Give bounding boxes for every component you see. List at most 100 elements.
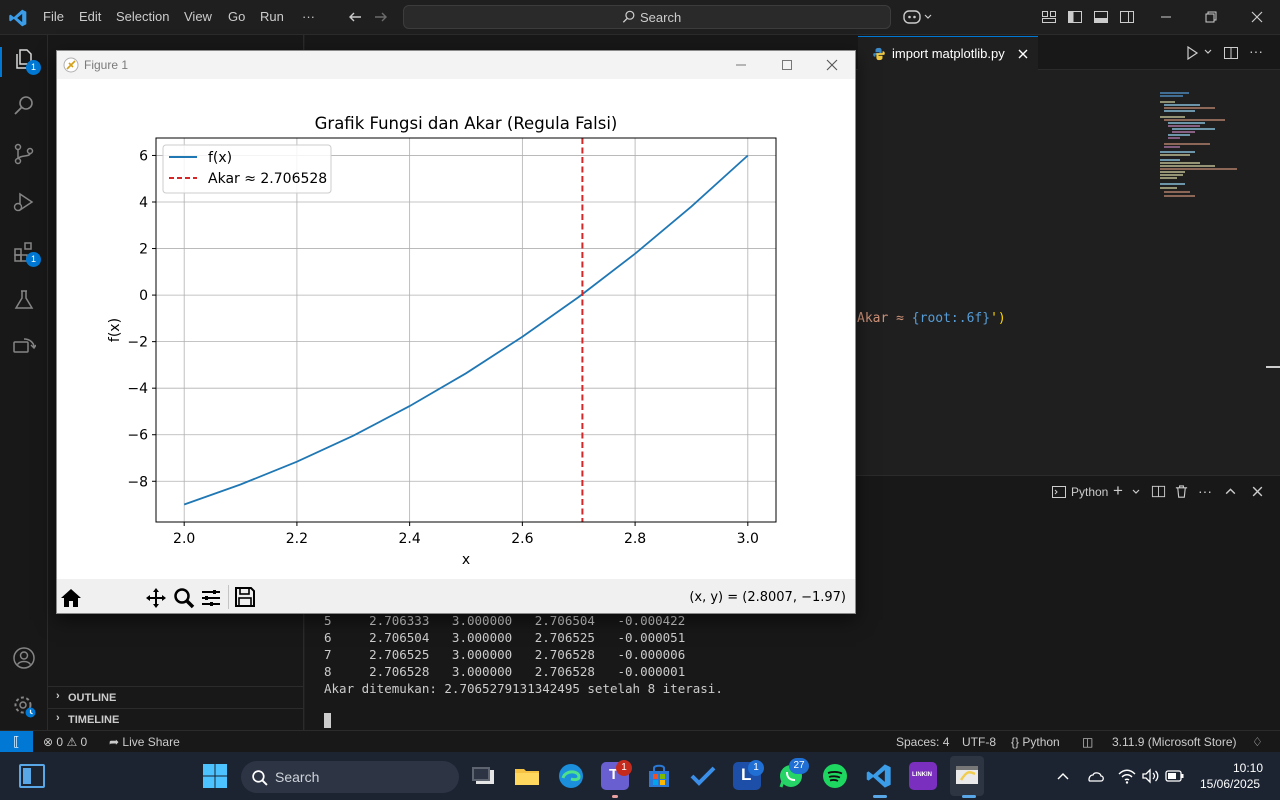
remote-explorer-icon[interactable] xyxy=(12,335,36,359)
microsoft-store-icon[interactable] xyxy=(645,762,673,790)
line-chart[interactable]: 2.0 2.2 2.4 2.6 2.8 3.0 −8 −6 −4 −2 0 2 4 6 Grafik F… xyxy=(57,79,855,579)
x-tick-label: 2.4 xyxy=(399,531,421,547)
y-tick-label: 4 xyxy=(139,195,148,211)
extensions-badge: 1 xyxy=(26,252,41,267)
x-tick-label: 2.6 xyxy=(511,531,533,547)
toggle-secondary-sidebar-icon[interactable] xyxy=(1119,9,1135,25)
menu-edit[interactable]: Edit xyxy=(79,9,101,24)
wifi-icon[interactable] xyxy=(1117,767,1137,785)
todo-checkmark-icon[interactable] xyxy=(689,762,717,790)
timeline-section-header[interactable]: › TIMELINE xyxy=(48,708,303,730)
error-icon: ⊗ xyxy=(43,735,54,749)
encoding-setting[interactable]: UTF-8 xyxy=(962,735,996,749)
toggle-panel-icon[interactable] xyxy=(1093,9,1109,25)
kill-terminal-trash-icon[interactable] xyxy=(1174,484,1189,499)
settings-gear-icon[interactable] xyxy=(12,694,36,718)
file-explorer-icon[interactable] xyxy=(513,762,541,790)
vscode-taskbar-icon[interactable] xyxy=(865,762,893,790)
split-editor-icon[interactable] xyxy=(1223,45,1239,61)
whatsapp-badge: 27 xyxy=(789,758,809,774)
command-center-search[interactable]: Search xyxy=(403,5,891,29)
indentation-setting[interactable]: Spaces: 4 xyxy=(896,735,949,749)
warning-count: 0 xyxy=(80,735,88,749)
pan-move-icon[interactable] xyxy=(145,587,167,609)
figure-title-bar[interactable]: Figure 1 xyxy=(57,51,855,79)
menu-file[interactable]: File xyxy=(43,9,64,24)
chevron-down-icon[interactable] xyxy=(1131,487,1141,497)
new-terminal-icon[interactable]: + xyxy=(1113,481,1123,501)
copilot-icon[interactable] xyxy=(903,8,933,26)
terminal-line: Akar ditemukan: 2.7065279131342495 setel… xyxy=(324,681,723,696)
remote-indicator-icon[interactable]: ⟦ xyxy=(0,731,33,753)
run-debug-icon[interactable] xyxy=(12,190,36,214)
menu-more[interactable]: ··· xyxy=(302,9,315,24)
toggle-sidebar-icon[interactable] xyxy=(1067,9,1083,25)
editor-tab-active[interactable]: import matplotlib.py xyxy=(858,36,1038,71)
menu-selection[interactable]: Selection xyxy=(116,9,169,24)
language-mode[interactable]: {} Python xyxy=(1011,735,1060,749)
zoom-magnifier-icon[interactable] xyxy=(173,587,195,609)
figure-canvas[interactable]: 2.0 2.2 2.4 2.6 2.8 3.0 −8 −6 −4 −2 0 2 4 6 Grafik F… xyxy=(57,79,855,579)
notifications-bell-icon[interactable]: ♢ xyxy=(1252,735,1263,749)
x-axis-label: x xyxy=(462,552,470,568)
configure-subplots-icon[interactable] xyxy=(200,587,222,609)
battery-icon[interactable] xyxy=(1165,768,1185,784)
close-window-icon[interactable] xyxy=(1249,9,1265,25)
home-icon[interactable] xyxy=(60,587,82,609)
menu-go[interactable]: Go xyxy=(228,9,245,24)
axes-frame xyxy=(155,137,777,523)
clock-time[interactable]: 10:10 xyxy=(1233,761,1263,775)
close-tab-icon[interactable] xyxy=(1017,48,1029,60)
braces-icon: {} xyxy=(1011,735,1020,749)
forward-arrow-icon[interactable] xyxy=(373,9,389,25)
live-share-button[interactable]: ➦ Live Share xyxy=(109,735,180,749)
volume-icon[interactable] xyxy=(1141,767,1161,785)
save-figure-icon[interactable] xyxy=(234,586,256,608)
spotify-icon[interactable] xyxy=(821,762,849,790)
python-interpreter[interactable]: 3.11.9 (Microsoft Store) xyxy=(1112,735,1237,749)
terminal-line: 7 2.706525 3.000000 2.706528 -0.000006 xyxy=(324,647,686,662)
run-python-file-icon[interactable] xyxy=(1184,45,1200,61)
back-arrow-icon[interactable] xyxy=(347,9,363,25)
editor-tab-label: import matplotlib.py xyxy=(892,46,1005,61)
show-hidden-icons-chevron-up-icon[interactable] xyxy=(1056,770,1070,782)
testing-flask-icon[interactable] xyxy=(12,288,36,312)
code-format-expr: {root:.6f} xyxy=(911,311,991,326)
menu-run[interactable]: Run xyxy=(260,9,284,24)
split-terminal-icon[interactable] xyxy=(1151,484,1166,499)
edge-browser-icon[interactable] xyxy=(557,762,585,790)
close-window-icon[interactable] xyxy=(826,59,838,71)
restore-icon[interactable] xyxy=(1203,9,1219,25)
more-actions-icon[interactable]: ··· xyxy=(1198,483,1212,499)
terminal-icon xyxy=(1052,486,1066,498)
maximize-icon[interactable] xyxy=(781,59,793,71)
problems-indicator[interactable]: ⊗ 0 ⚠ 0 xyxy=(43,735,87,749)
widgets-icon[interactable] xyxy=(19,764,45,788)
terminal-output[interactable]: 5 2.706333 3.000000 2.706504 -0.000422 6 … xyxy=(324,612,723,697)
minimap[interactable] xyxy=(1155,88,1250,203)
close-panel-icon[interactable] xyxy=(1251,485,1264,498)
customize-layout-icon[interactable] xyxy=(1041,9,1057,25)
terminal-profile-label[interactable]: Python xyxy=(1071,485,1108,499)
chevron-down-icon[interactable] xyxy=(1203,47,1213,57)
menu-view[interactable]: View xyxy=(184,9,212,24)
y-gridlines xyxy=(156,155,776,482)
linkin-app-icon[interactable]: LINKIN xyxy=(909,762,937,790)
windows-start-icon[interactable] xyxy=(201,762,229,790)
minimize-icon[interactable] xyxy=(735,59,747,71)
minimize-icon[interactable] xyxy=(1158,9,1174,25)
more-actions-icon[interactable]: ··· xyxy=(1249,43,1263,59)
python-env-icon[interactable]: ◫ xyxy=(1082,735,1093,749)
account-icon[interactable] xyxy=(12,646,36,670)
onedrive-cloud-icon[interactable] xyxy=(1085,767,1105,785)
maximize-panel-chevron-up-icon[interactable] xyxy=(1224,485,1237,498)
clock-date[interactable]: 15/06/2025 xyxy=(1200,777,1260,791)
taskbar-search-box[interactable]: Search xyxy=(241,761,459,793)
outline-section-header[interactable]: › OUTLINE xyxy=(48,686,303,708)
chart-title: Grafik Fungsi dan Akar (Regula Falsi) xyxy=(315,114,618,133)
l-app-badge: 1 xyxy=(748,760,764,776)
task-view-icon[interactable] xyxy=(470,762,498,790)
y-tick-label: −8 xyxy=(127,474,148,490)
source-control-icon[interactable] xyxy=(12,142,36,166)
search-icon[interactable] xyxy=(12,94,36,118)
